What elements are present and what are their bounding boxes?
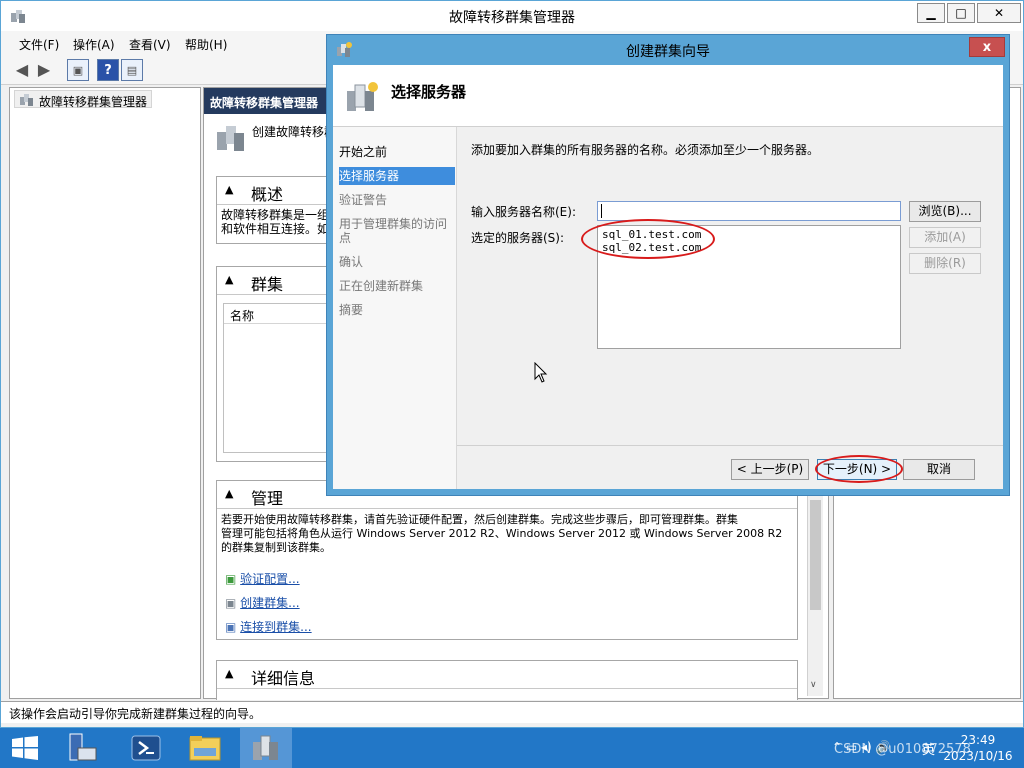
menu-action[interactable]: 操作(A): [73, 36, 115, 53]
step-confirm: 确认: [339, 255, 364, 269]
server-name-label: 输入服务器名称(E):: [471, 205, 576, 219]
wizard-page-title: 选择服务器: [391, 83, 467, 101]
scroll-down-icon[interactable]: ∨: [810, 680, 817, 690]
start-button[interactable]: [0, 728, 52, 768]
manage-text: 管理可能包括将角色从运行 Windows Server 2012 R2、Wind…: [221, 527, 783, 540]
forward-arrow-icon[interactable]: ▶: [33, 59, 55, 81]
cluster-manager-icon: [253, 735, 278, 760]
connect-cluster-link[interactable]: ▣ 连接到群集...: [225, 615, 312, 639]
wizard-close-button[interactable]: x: [969, 37, 1005, 57]
wizard-titlebar[interactable]: 创建群集向导 x: [327, 35, 1009, 63]
statusbar: 该操作会启动引导你完成新建群集过程的向导。: [1, 701, 1023, 723]
wizard-steps: 开始之前 选择服务器 验证警告 用于管理群集的访问点 确认 正在创建新群集 摘要: [333, 127, 457, 489]
step-validation-warning: 验证警告: [339, 193, 388, 207]
menu-file[interactable]: 文件(F): [19, 36, 59, 53]
window-title: 故障转移群集管理器: [449, 10, 575, 26]
minimize-button[interactable]: ▁: [917, 3, 945, 23]
create-cluster-link[interactable]: ▣ 创建群集...: [225, 591, 312, 615]
close-button[interactable]: ✕: [977, 3, 1021, 23]
file-explorer-taskbar[interactable]: [180, 728, 232, 768]
taskbar-clock[interactable]: 23:49 2023/10/16: [936, 732, 1020, 764]
cluster-icon: ▣: [225, 596, 237, 610]
windows-logo-icon: [12, 736, 38, 760]
create-cluster-icon: [217, 126, 244, 151]
server-name-input[interactable]: [597, 201, 901, 221]
step-summary: 摘要: [339, 303, 364, 317]
folder-icon: [189, 736, 221, 761]
select-servers-icon: [347, 82, 378, 111]
powershell-taskbar[interactable]: [120, 728, 172, 768]
collapse-caret-icon[interactable]: ▲: [225, 273, 233, 286]
checkmark-server-icon: ▣: [225, 572, 237, 586]
browse-button[interactable]: 浏览(B)...: [909, 201, 981, 222]
annotation-circle: [581, 219, 715, 259]
details-header[interactable]: ▲ 详细信息: [217, 661, 797, 689]
manage-section: ▲ 管理 若要开始使用故障转移群集，请首先验证硬件配置，然后创建群集。完成这些步骤…: [216, 480, 798, 640]
help-icon[interactable]: ?: [97, 59, 119, 81]
footer-divider: [457, 445, 1003, 446]
collapse-caret-icon[interactable]: ▲: [225, 487, 233, 500]
tree-item-cluster-manager[interactable]: 故障转移群集管理器: [14, 90, 153, 109]
mouse-pointer-icon: [534, 362, 548, 383]
selected-servers-label: 选定的服务器(S):: [471, 231, 565, 245]
manage-text: 若要开始使用故障转移群集，请首先验证硬件配置，然后创建群集。完成这些步骤后，即可…: [221, 513, 738, 526]
scrollbar-thumb[interactable]: [810, 500, 821, 610]
menu-help[interactable]: 帮助(H): [185, 36, 227, 53]
server-manager-taskbar[interactable]: [56, 728, 108, 768]
content-scrollbar[interactable]: ∨: [807, 496, 823, 696]
back-button[interactable]: < 上一步(P): [731, 459, 809, 480]
details-section: ▲ 详细信息: [216, 660, 798, 700]
clock-time: 23:49: [960, 733, 996, 747]
create-cluster-heading[interactable]: 创建故障转移群: [252, 123, 336, 140]
powershell-icon: [131, 735, 161, 761]
step-creating: 正在创建新群集: [339, 279, 424, 293]
annotation-circle: [815, 455, 903, 483]
menu-view[interactable]: 查看(V): [129, 36, 171, 53]
connect-icon: ▣: [225, 620, 237, 634]
manage-text: 的群集复制到该群集。: [221, 541, 331, 554]
tree-item-label: 故障转移群集管理器: [39, 95, 148, 109]
main-titlebar[interactable]: 故障转移群集管理器 ▁ □ ✕: [1, 1, 1023, 31]
console-tree-icon[interactable]: ▣: [67, 59, 89, 81]
clock-date: 2023/10/16: [943, 749, 1013, 763]
column-header-name[interactable]: 名称: [224, 304, 334, 324]
cancel-button[interactable]: 取消: [903, 459, 975, 480]
maximize-button[interactable]: □: [947, 3, 975, 23]
step-select-servers[interactable]: 选择服务器: [339, 167, 455, 185]
server-manager-icon: [69, 733, 97, 761]
console-tree: 故障转移群集管理器: [9, 87, 201, 699]
taskbar: ⌃ ▭ ◂) 🔊 英 CSDN @u010872578: [0, 728, 1024, 768]
wizard-title: 创建群集向导: [626, 44, 710, 60]
step-before-you-begin[interactable]: 开始之前: [339, 145, 455, 159]
cluster-manager-icon: [20, 94, 33, 106]
collapse-caret-icon[interactable]: ▲: [225, 667, 233, 680]
create-cluster-wizard: 创建群集向导 x 选择服务器 开始之前 选择服务器 验证警告 用于管理群集的访问…: [326, 34, 1010, 496]
collapse-caret-icon[interactable]: ▲: [225, 183, 233, 196]
step-access-point: 用于管理群集的访问点: [339, 217, 448, 245]
wizard-banner: 选择服务器: [333, 65, 1003, 127]
add-button[interactable]: 添加(A): [909, 227, 981, 248]
cluster-manager-taskbar[interactable]: [240, 728, 292, 768]
validate-config-link[interactable]: ▣ 验证配置...: [225, 567, 312, 591]
wizard-body: 选择服务器 开始之前 选择服务器 验证警告 用于管理群集的访问点 确认 正在创建…: [333, 65, 1003, 489]
action-pane-icon[interactable]: ▤: [121, 59, 143, 81]
text-cursor: [601, 204, 602, 218]
remove-button[interactable]: 删除(R): [909, 253, 981, 274]
wizard-description: 添加要加入群集的所有服务器的名称。必须添加至少一个服务器。: [471, 143, 820, 157]
back-arrow-icon[interactable]: ◀: [11, 59, 33, 81]
